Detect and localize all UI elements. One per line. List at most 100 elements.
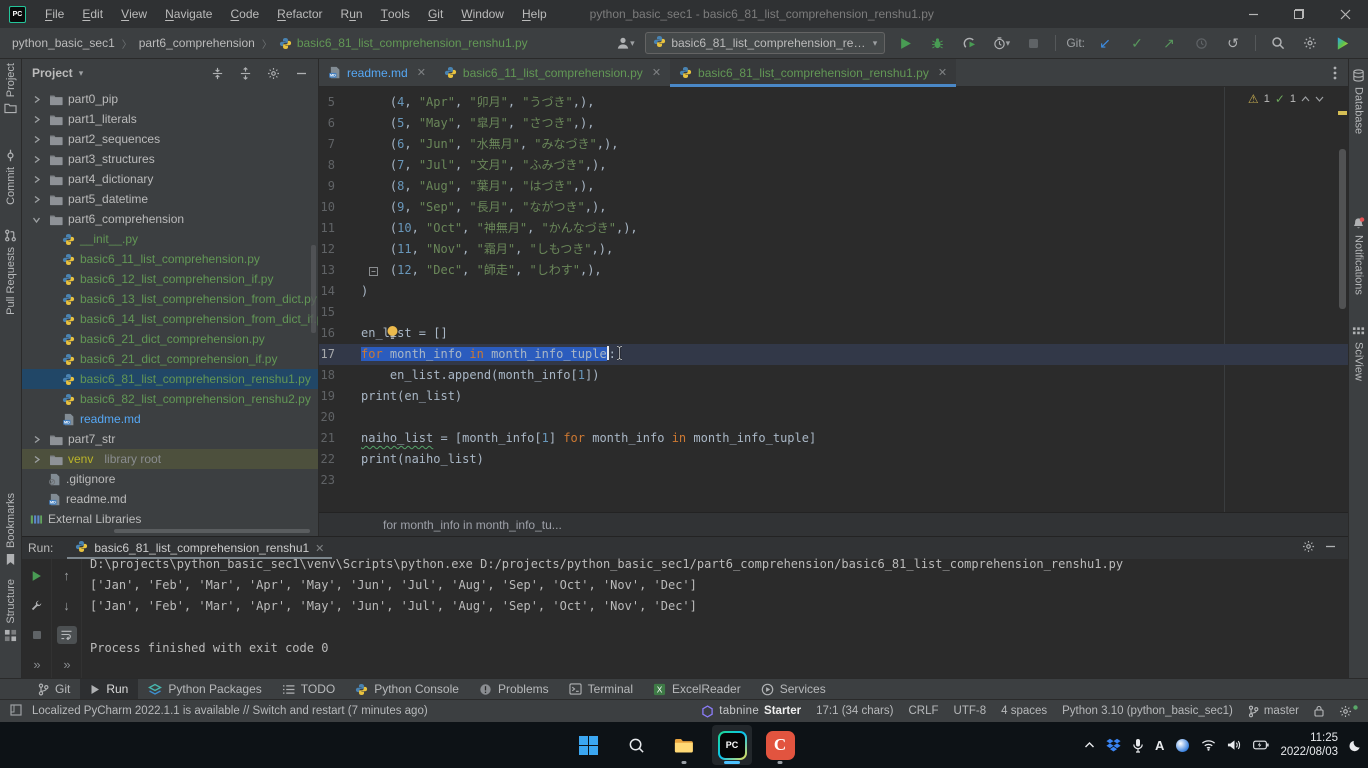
editor-tab-basic6_11_list_comprehension.py[interactable]: basic6_11_list_comprehension.py✕ <box>435 59 670 86</box>
chevron-right-icon[interactable] <box>28 435 44 444</box>
code-editor[interactable]: 5 (4, "Apr", "卯月", "うづき",),6 (5, "May", … <box>319 87 1348 512</box>
code-line-6[interactable]: 6 (5, "May", "皐月", "さつき",), <box>319 113 1348 134</box>
project-view-dropdown-icon[interactable]: ▾ <box>79 68 84 79</box>
tree-item-readme.md[interactable]: MDreadme.md <box>22 409 318 429</box>
run-with-coverage-button[interactable] <box>957 31 981 55</box>
run-button[interactable] <box>893 31 917 55</box>
line-number[interactable]: 15 <box>319 302 353 323</box>
tree-item-basic6_81_list_comprehension_renshu1.py[interactable]: basic6_81_list_comprehension_renshu1.py <box>22 369 318 389</box>
tree-item-basic6_21_dict_comprehension.py[interactable]: basic6_21_dict_comprehension.py <box>22 329 318 349</box>
line-number[interactable]: 18 <box>319 365 353 386</box>
line-number[interactable]: 5 <box>319 92 353 113</box>
line-number[interactable]: 11 <box>319 218 353 239</box>
status-message[interactable]: Localized PyCharm 2022.1.1 is available … <box>32 705 428 717</box>
code-line-15[interactable]: 15 <box>319 302 1348 323</box>
close-tab-icon[interactable]: ✕ <box>938 66 947 79</box>
stop-button[interactable] <box>1021 31 1045 55</box>
tree-item-part2_sequences[interactable]: part2_sequences <box>22 129 318 149</box>
minimize-button[interactable] <box>1230 0 1276 28</box>
status-settings-gear-icon[interactable] <box>1339 705 1358 718</box>
git-branch-widget[interactable]: master <box>1248 705 1299 718</box>
menu-file[interactable]: File <box>36 0 73 28</box>
tree-item-basic6_11_list_comprehension.py[interactable]: basic6_11_list_comprehension.py <box>22 249 318 269</box>
tree-item-__init__.py[interactable]: __init__.py <box>22 229 318 249</box>
dropbox-tray-icon[interactable] <box>1106 738 1121 752</box>
file-explorer-icon[interactable] <box>664 725 704 765</box>
line-number[interactable]: 14 <box>319 281 353 302</box>
search-everywhere-icon[interactable] <box>1266 31 1290 55</box>
code-line-23[interactable]: 23 <box>319 470 1348 491</box>
volume-icon[interactable] <box>1227 739 1242 751</box>
tool-window-button-git[interactable]: Git <box>28 679 80 699</box>
tool-window-button-sciview[interactable]: SciView <box>1349 327 1368 381</box>
profiler-button[interactable]: ▾ <box>989 31 1013 55</box>
tree-item-part7_str[interactable]: part7_str <box>22 429 318 449</box>
line-number[interactable]: 20 <box>319 407 353 428</box>
code-line-12[interactable]: 12 (11, "Nov", "霜月", "しもつき",), <box>319 239 1348 260</box>
tool-window-button-project[interactable]: Project <box>0 63 21 114</box>
taskbar-clock[interactable]: 11:25 2022/08/03 <box>1280 731 1338 759</box>
menu-run[interactable]: Run <box>332 0 372 28</box>
project-settings-gear-icon[interactable] <box>262 62 284 84</box>
collapse-all-icon[interactable] <box>234 62 256 84</box>
settings-gear-icon[interactable] <box>1298 31 1322 55</box>
caret-position[interactable]: 17:1 (34 chars) <box>816 705 893 717</box>
code-with-me-icon[interactable] <box>1330 31 1354 55</box>
tool-window-button-structure[interactable]: Structure <box>0 579 21 642</box>
tree-item-part1_literals[interactable]: part1_literals <box>22 109 318 129</box>
up-stack-trace-icon[interactable]: ↑ <box>57 567 77 585</box>
tool-window-button-python-packages[interactable]: Python Packages <box>138 679 271 699</box>
chevron-down-icon[interactable] <box>28 215 44 224</box>
tree-item-basic6_82_list_comprehension_renshu2.py[interactable]: basic6_82_list_comprehension_renshu2.py <box>22 389 318 409</box>
code-line-5[interactable]: 5 (4, "Apr", "卯月", "うづき",), <box>319 92 1348 113</box>
tool-window-button-python-console[interactable]: Python Console <box>345 679 469 699</box>
editor-breadcrumb-bar[interactable]: for month_info in month_info_tu... <box>319 512 1348 536</box>
tool-window-button-notifications[interactable]: Notifications <box>1349 217 1368 295</box>
microphone-tray-icon[interactable] <box>1132 738 1144 753</box>
tool-window-button-todo[interactable]: TODO <box>272 679 345 699</box>
run-tab[interactable]: basic6_81_list_comprehension_renshu1 ✕ <box>67 537 332 559</box>
close-tab-icon[interactable]: ✕ <box>417 66 426 79</box>
code-line-13[interactable]: 13 (12, "Dec", "師走", "しわす",), <box>319 260 1348 281</box>
tree-item-part3_structures[interactable]: part3_structures <box>22 149 318 169</box>
tool-window-button-commit[interactable]: Commit <box>0 149 21 205</box>
next-problem-icon[interactable] <box>1315 95 1324 103</box>
line-number[interactable]: 21 <box>319 428 353 449</box>
intention-bulb-icon[interactable] <box>385 325 400 341</box>
tab-options-icon[interactable] <box>1322 59 1348 86</box>
line-number[interactable]: 23 <box>319 470 353 491</box>
focus-assist-moon-icon[interactable] <box>1349 739 1362 752</box>
project-horizontal-scrollbar[interactable] <box>114 529 310 533</box>
line-number[interactable]: 9 <box>319 176 353 197</box>
tree-item-part4_dictionary[interactable]: part4_dictionary <box>22 169 318 189</box>
close-button[interactable] <box>1322 0 1368 28</box>
code-line-19[interactable]: 19print(en_list) <box>319 386 1348 407</box>
git-push-button[interactable]: ↗ <box>1157 31 1181 55</box>
menu-view[interactable]: View <box>112 0 156 28</box>
line-separator[interactable]: CRLF <box>908 705 938 717</box>
git-update-button[interactable]: ↙ <box>1093 31 1117 55</box>
line-number[interactable]: 22 <box>319 449 353 470</box>
close-tab-icon[interactable]: ✕ <box>652 66 661 79</box>
git-commit-button[interactable]: ✓ <box>1125 31 1149 55</box>
tool-window-button-excelreader[interactable]: XExcelReader <box>643 679 751 699</box>
tabnine-widget[interactable]: tabnine Starter <box>701 705 801 718</box>
tree-item-part6_comprehension[interactable]: part6_comprehension <box>22 209 318 229</box>
line-number[interactable]: 13 <box>319 260 353 281</box>
python-interpreter[interactable]: Python 3.10 (python_basic_sec1) <box>1062 705 1233 717</box>
file-encoding[interactable]: UTF-8 <box>954 705 987 717</box>
editor-scrollbar[interactable] <box>1339 149 1346 309</box>
chevron-right-icon[interactable] <box>28 175 44 184</box>
stop-process-button[interactable] <box>27 626 47 644</box>
tool-window-button-run[interactable]: Run <box>80 679 138 699</box>
fold-marker-icon[interactable] <box>369 263 378 281</box>
tree-item-ExternalLibraries[interactable]: External Libraries <box>22 509 318 529</box>
project-view-title[interactable]: Project <box>32 66 73 80</box>
line-number[interactable]: 19 <box>319 386 353 407</box>
tool-window-button-services[interactable]: Services <box>751 679 836 699</box>
ime-mode-indicator[interactable]: A <box>1155 738 1164 753</box>
line-number[interactable]: 16 <box>319 323 353 344</box>
line-number[interactable]: 6 <box>319 113 353 134</box>
tree-item-readme.md[interactable]: MDreadme.md <box>22 489 318 509</box>
menu-refactor[interactable]: Refactor <box>268 0 331 28</box>
